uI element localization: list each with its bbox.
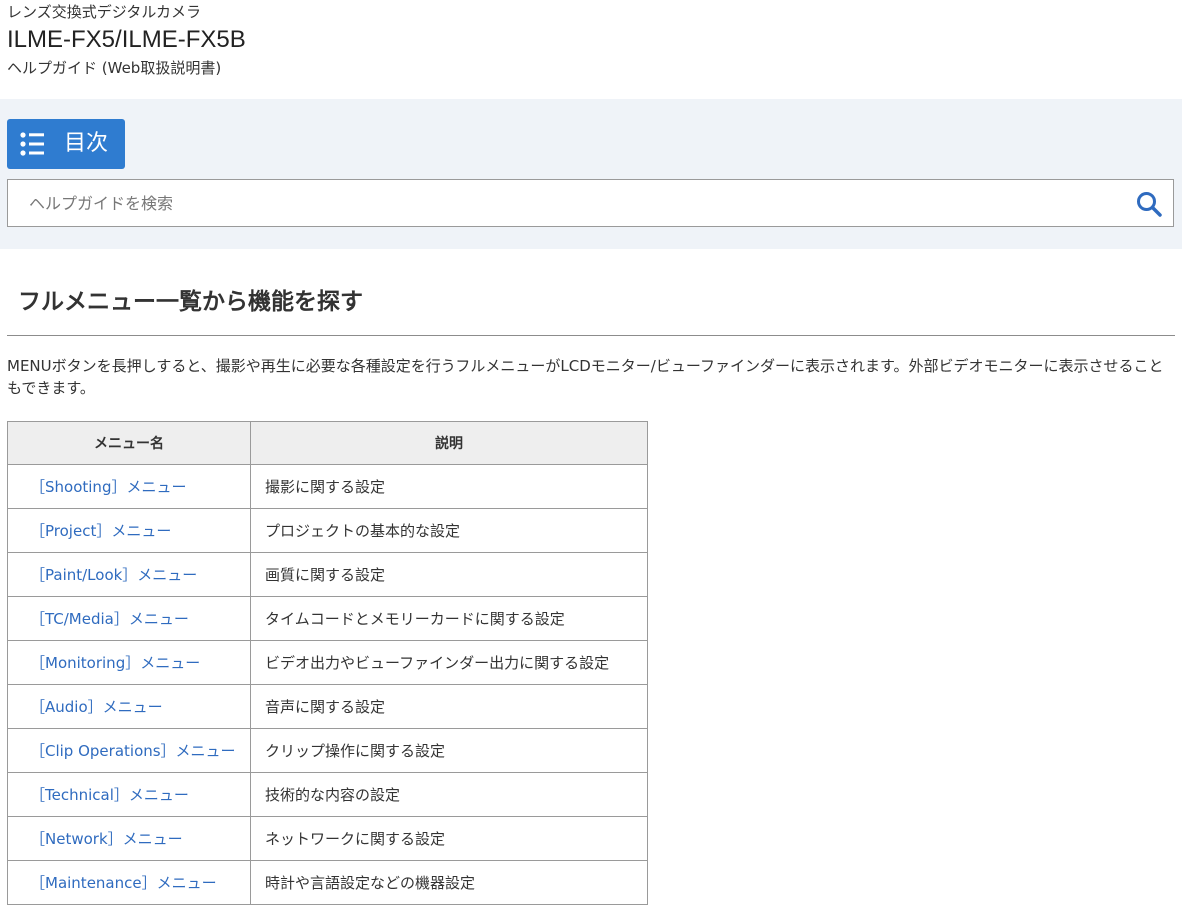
search-input[interactable] xyxy=(8,180,1108,226)
menu-link[interactable]: ［Shooting］メニュー xyxy=(30,478,186,496)
menu-name-cell: ［Clip Operations］メニュー xyxy=(7,728,251,773)
menu-name-cell: ［Maintenance］メニュー xyxy=(7,860,251,905)
menu-name-cell: ［Audio］メニュー xyxy=(7,684,251,729)
table-row: ［Project］メニュー プロジェクトの基本的な設定 xyxy=(7,508,648,553)
menu-description-cell: プロジェクトの基本的な設定 xyxy=(250,508,648,553)
menu-description-cell: ネットワークに関する設定 xyxy=(250,816,648,861)
menu-name-cell: ［Paint/Look］メニュー xyxy=(7,552,251,597)
search-icon[interactable] xyxy=(1135,190,1163,218)
menu-link[interactable]: ［Paint/Look］メニュー xyxy=(30,566,197,584)
menu-name-cell: ［Project］メニュー xyxy=(7,508,251,553)
menu-description-cell: 時計や言語設定などの機器設定 xyxy=(250,860,648,905)
column-header-menu-name: メニュー名 xyxy=(7,421,251,465)
product-model: ILME-FX5/ILME-FX5B xyxy=(7,26,246,53)
menu-description-cell: 画質に関する設定 xyxy=(250,552,648,597)
table-row: ［Audio］メニュー 音声に関する設定 xyxy=(7,684,648,729)
table-header-row: メニュー名 説明 xyxy=(7,421,648,465)
menu-table: メニュー名 説明 ［Shooting］メニュー 撮影に関する設定 ［Project］… xyxy=(7,421,648,905)
menu-description-cell: タイムコードとメモリーカードに関する設定 xyxy=(250,596,648,641)
menu-link[interactable]: ［Monitoring］メニュー xyxy=(30,654,200,672)
table-row: ［Maintenance］メニュー 時計や言語設定などの機器設定 xyxy=(7,860,648,905)
title-divider xyxy=(7,335,1175,336)
menu-link[interactable]: ［Maintenance］メニュー xyxy=(30,874,217,892)
table-row: ［Shooting］メニュー 撮影に関する設定 xyxy=(7,464,648,509)
toolbar: 目次 xyxy=(0,99,1182,249)
table-row: ［Clip Operations］メニュー クリップ操作に関する設定 xyxy=(7,728,648,773)
column-header-description: 説明 xyxy=(250,421,648,465)
toc-label: 目次 xyxy=(64,131,109,156)
menu-description-cell: 音声に関する設定 xyxy=(250,684,648,729)
product-category: レンズ交換式デジタルカメラ xyxy=(7,3,201,21)
list-icon xyxy=(20,132,46,156)
menu-description-cell: 技術的な内容の設定 xyxy=(250,772,648,817)
menu-link[interactable]: ［TC/Media］メニュー xyxy=(30,610,189,628)
table-row: ［TC/Media］メニュー タイムコードとメモリーカードに関する設定 xyxy=(7,596,648,641)
guide-subtitle: ヘルプガイド (Web取扱説明書) xyxy=(7,59,222,77)
menu-name-cell: ［TC/Media］メニュー xyxy=(7,596,251,641)
table-row: ［Technical］メニュー 技術的な内容の設定 xyxy=(7,772,648,817)
menu-link[interactable]: ［Audio］メニュー xyxy=(30,698,163,716)
menu-name-cell: ［Network］メニュー xyxy=(7,816,251,861)
page-header: レンズ交換式デジタルカメラ ILME-FX5/ILME-FX5B ヘルプガイド … xyxy=(0,0,1182,99)
menu-name-cell: ［Shooting］メニュー xyxy=(7,464,251,509)
table-row: ［Paint/Look］メニュー 画質に関する設定 xyxy=(7,552,648,597)
menu-name-cell: ［Monitoring］メニュー xyxy=(7,640,251,685)
menu-link[interactable]: ［Clip Operations］メニュー xyxy=(30,742,236,760)
page-title: フルメニュー一覧から機能を探す xyxy=(18,289,363,315)
page-description: MENUボタンを長押しすると、撮影や再生に必要な各種設定を行うフルメニューがLC… xyxy=(7,357,1164,397)
menu-description-cell: クリップ操作に関する設定 xyxy=(250,728,648,773)
table-row: ［Network］メニュー ネットワークに関する設定 xyxy=(7,816,648,861)
menu-link[interactable]: ［Technical］メニュー xyxy=(30,786,189,804)
menu-description-cell: ビデオ出力やビューファインダー出力に関する設定 xyxy=(250,640,648,685)
menu-description-cell: 撮影に関する設定 xyxy=(250,464,648,509)
menu-name-cell: ［Technical］メニュー xyxy=(7,772,251,817)
table-row: ［Monitoring］メニュー ビデオ出力やビューファインダー出力に関する設定 xyxy=(7,640,648,685)
search-box xyxy=(7,179,1174,227)
toc-button[interactable]: 目次 xyxy=(7,119,125,169)
menu-link[interactable]: ［Network］メニュー xyxy=(30,830,183,848)
menu-link[interactable]: ［Project］メニュー xyxy=(30,522,171,540)
